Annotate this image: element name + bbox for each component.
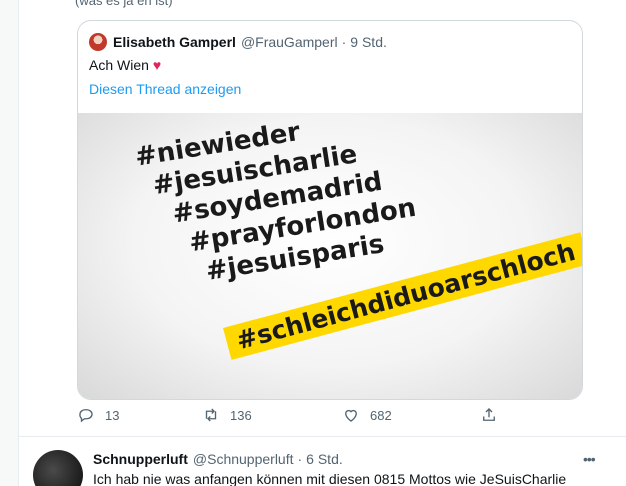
quoted-timestamp[interactable]: 9 Std. — [350, 34, 387, 50]
like-icon — [345, 409, 357, 422]
quoted-author-name[interactable]: Elisabeth Gamperl — [113, 34, 236, 50]
tweet-actions: 13 136 682 — [77, 406, 507, 430]
quoted-avatar[interactable] — [89, 33, 107, 51]
separator-dot: · — [297, 451, 303, 467]
more-options-icon[interactable]: ••• — [583, 451, 596, 467]
share-button[interactable] — [480, 406, 508, 424]
retweet-button[interactable]: 136 — [202, 406, 252, 424]
heart-emoji-icon: ♥ — [152, 57, 162, 73]
quoted-tweet-card[interactable]: Elisabeth Gamperl @FrauGamperl · 9 Std. … — [77, 20, 583, 400]
author-handle[interactable]: @Schnupperluft — [193, 451, 294, 467]
reply-count: 13 — [105, 407, 120, 423]
quoted-author-handle[interactable]: @FrauGamperl — [241, 34, 338, 50]
previous-tweet-text: (was es ja eh ist) — [75, 0, 173, 8]
reply-button[interactable]: 13 — [77, 406, 119, 424]
retweet-count: 136 — [230, 407, 252, 423]
reply-icon — [79, 409, 93, 423]
tweet-header: Schnupperluft @Schnupperluft · 6 Std. — [93, 451, 343, 467]
show-thread-link[interactable]: Diesen Thread anzeigen — [89, 81, 241, 97]
tweet-timestamp[interactable]: 6 Std. — [306, 451, 343, 467]
quoted-tweet-image[interactable]: #niewieder #jesuischarlie #soydemadrid #… — [78, 113, 582, 399]
share-icon — [483, 408, 495, 421]
like-count: 682 — [370, 407, 392, 423]
tweet-divider — [18, 436, 626, 437]
quoted-text-content: Ach Wien — [89, 57, 149, 73]
author-name[interactable]: Schnupperluft — [93, 451, 188, 467]
like-button[interactable]: 682 — [342, 406, 392, 424]
separator-dot: · — [341, 34, 347, 50]
quoted-tweet-text: Ach Wien ♥ — [89, 57, 161, 73]
retweet-icon — [205, 408, 217, 422]
quoted-tweet-header: Elisabeth Gamperl @FrauGamperl · 9 Std. — [89, 33, 387, 51]
hashtag-list: #niewieder #jesuischarlie #soydemadrid #… — [133, 113, 423, 296]
tweet-text: Ich hab nie was anfangen können mit dies… — [93, 471, 567, 486]
